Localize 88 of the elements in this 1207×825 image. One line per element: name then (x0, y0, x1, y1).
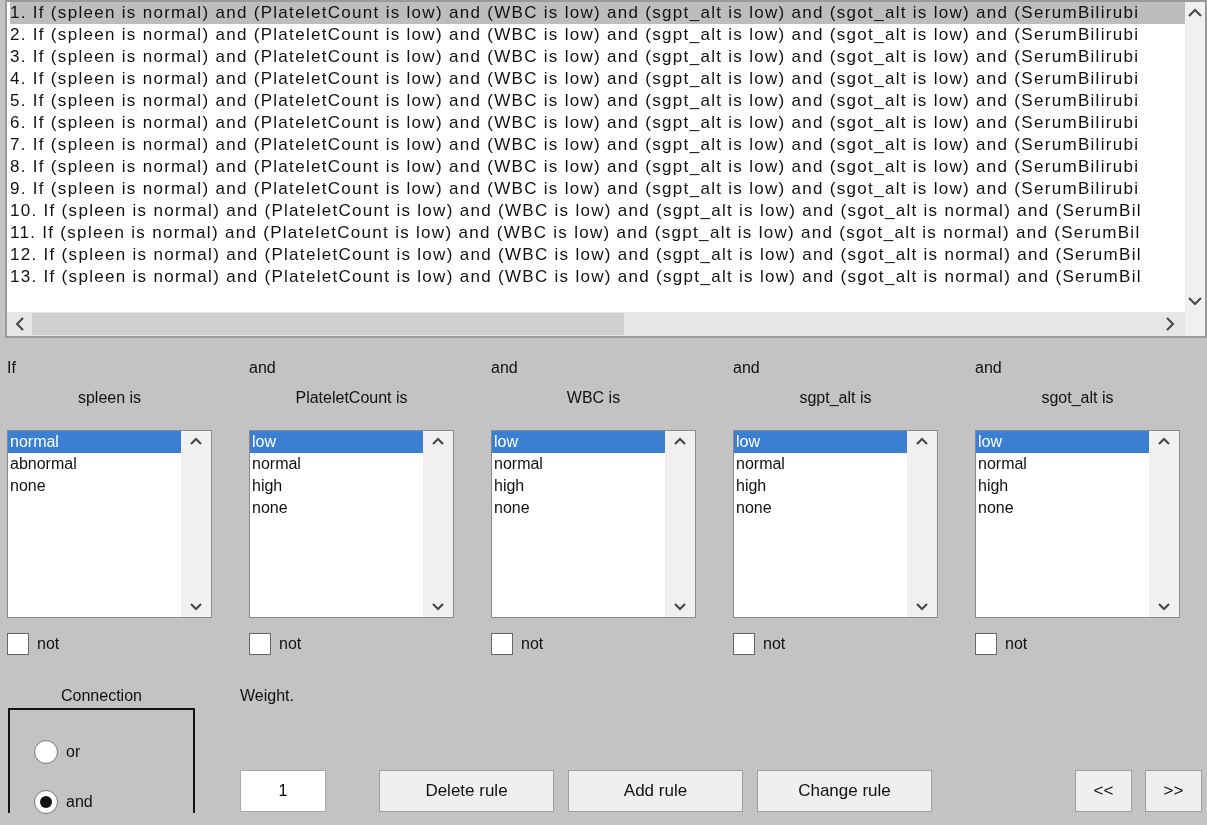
scroll-up-icon[interactable] (674, 437, 686, 445)
rule-row[interactable]: 3. If (spleen is normal) and (PlateletCount is low) and (WBC is low) and (sgpt_alt is low) and (sgot_alt is low) and (SerumBilirubi (10, 46, 1185, 68)
rule-row[interactable]: 11. If (spleen is normal) and (PlateletCount is low) and (WBC is low) and (sgpt_alt is low) and (sgot_alt is normal) and (SerumBil (10, 222, 1185, 244)
radio-button[interactable] (34, 740, 58, 764)
not-checkbox[interactable] (7, 633, 29, 655)
connector-label: and (249, 358, 277, 378)
attribute-heading: WBC is (565, 388, 622, 408)
connector-label: If (7, 358, 17, 378)
value-option[interactable]: abnormal (8, 453, 181, 475)
checkbox-label: not (763, 634, 786, 654)
not-checkbox[interactable] (249, 633, 271, 655)
value-listbox[interactable]: low normal high none (491, 430, 696, 618)
checkbox-label: not (37, 634, 60, 654)
value-listbox[interactable]: low normal high none (733, 430, 938, 618)
radio-label: or (66, 742, 81, 762)
radio-label: and (66, 792, 93, 812)
scroll-left-icon[interactable] (15, 317, 24, 331)
scroll-down-icon[interactable] (432, 603, 444, 611)
value-option[interactable]: normal (250, 453, 423, 475)
scroll-up-icon[interactable] (916, 437, 928, 445)
weight-field[interactable]: 1 (240, 770, 326, 812)
nav-button[interactable]: << (1075, 770, 1132, 812)
checkbox-label: not (1005, 634, 1028, 654)
connector-label: and (733, 358, 761, 378)
weight-label: Weight. (240, 686, 295, 706)
value-option[interactable]: normal (734, 453, 907, 475)
rule-row[interactable]: 13. If (spleen is normal) and (PlateletCount is low) and (WBC is low) and (sgpt_alt is low) and (sgot_alt is normal) and (SerumBil (10, 266, 1185, 288)
value-option[interactable]: low (250, 431, 423, 453)
value-option[interactable]: high (250, 475, 423, 497)
checkbox-label: not (279, 634, 302, 654)
rule-row[interactable]: 4. If (spleen is normal) and (PlateletCount is low) and (WBC is low) and (sgpt_alt is low) and (sgot_alt is low) and (SerumBilirubi (10, 68, 1185, 90)
scroll-up-icon[interactable] (190, 437, 202, 445)
action-button[interactable]: Add rule (568, 770, 743, 812)
scroll-down-icon[interactable] (1158, 603, 1170, 611)
scroll-down-icon[interactable] (1188, 297, 1202, 306)
nav-button[interactable]: >> (1145, 770, 1202, 812)
horizontal-scrollbar[interactable] (7, 312, 1185, 336)
connector-label: and (491, 358, 519, 378)
value-option[interactable]: high (976, 475, 1149, 497)
scroll-down-icon[interactable] (190, 603, 202, 611)
not-checkbox[interactable] (491, 633, 513, 655)
scroll-down-icon[interactable] (674, 603, 686, 611)
value-option[interactable]: none (8, 475, 181, 497)
value-option[interactable]: none (976, 497, 1149, 519)
vertical-scrollbar[interactable] (1185, 2, 1205, 312)
value-option[interactable]: normal (8, 431, 181, 453)
attribute-heading: spleen is (76, 388, 143, 408)
not-checkbox[interactable] (975, 633, 997, 655)
rule-row[interactable]: 8. If (spleen is normal) and (PlateletCount is low) and (WBC is low) and (sgpt_alt is low) and (sgot_alt is low) and (SerumBilirubi (10, 156, 1185, 178)
rule-row[interactable]: 6. If (spleen is normal) and (PlateletCount is low) and (WBC is low) and (sgpt_alt is low) and (sgot_alt is low) and (SerumBilirubi (10, 112, 1185, 134)
rule-row[interactable]: 1. If (spleen is normal) and (PlateletCount is low) and (WBC is low) and (sgpt_alt is low) and (sgot_alt is low) and (SerumBilirubi (10, 2, 1185, 24)
rule-row[interactable]: 10. If (spleen is normal) and (PlateletCount is low) and (WBC is low) and (sgpt_alt is low) and (sgot_alt is normal) and (SerumBil (10, 200, 1185, 222)
rule-row[interactable]: 9. If (spleen is normal) and (PlateletCount is low) and (WBC is low) and (sgpt_alt is low) and (sgot_alt is low) and (SerumBilirubi (10, 178, 1185, 200)
action-button[interactable]: Delete rule (379, 770, 554, 812)
value-option[interactable]: low (976, 431, 1149, 453)
value-listbox[interactable]: low normal high none (975, 430, 1180, 618)
value-option[interactable]: none (492, 497, 665, 519)
action-button[interactable]: Change rule (757, 770, 932, 812)
value-listbox[interactable]: normal abnormal none (7, 430, 212, 618)
value-option[interactable]: none (734, 497, 907, 519)
scroll-right-icon[interactable] (1166, 317, 1175, 331)
value-listbox[interactable]: low normal high none (249, 430, 454, 618)
attribute-heading: PlateletCount is (294, 388, 409, 408)
attribute-heading: sgot_alt is (1040, 388, 1115, 408)
scroll-up-icon[interactable] (1158, 437, 1170, 445)
scroll-up-icon[interactable] (432, 437, 444, 445)
rule-row[interactable]: 2. If (spleen is normal) and (PlateletCount is low) and (WBC is low) and (sgpt_alt is low) and (sgot_alt is low) and (SerumBilirubi (10, 24, 1185, 46)
rule-row[interactable]: 12. If (spleen is normal) and (PlateletCount is low) and (WBC is low) and (sgpt_alt is low) and (sgot_alt is normal) and (SerumBil (10, 244, 1185, 266)
rule-row[interactable]: 7. If (spleen is normal) and (PlateletCount is low) and (WBC is low) and (sgpt_alt is low) and (sgot_alt is low) and (SerumBilirubi (10, 134, 1185, 156)
value-option[interactable]: high (734, 475, 907, 497)
value-option[interactable]: low (492, 431, 665, 453)
attribute-heading: sgpt_alt is (798, 388, 873, 408)
scrollbar-thumb[interactable] (32, 313, 624, 335)
rule-row[interactable]: 5. If (spleen is normal) and (PlateletCount is low) and (WBC is low) and (sgpt_alt is low) and (sgot_alt is low) and (SerumBilirubi (10, 90, 1185, 112)
scroll-up-icon[interactable] (1188, 8, 1202, 17)
radio-button[interactable] (34, 790, 58, 814)
scroll-down-icon[interactable] (916, 603, 928, 611)
connector-label: and (975, 358, 1003, 378)
scrollbar-corner (1185, 312, 1205, 336)
value-option[interactable]: none (250, 497, 423, 519)
value-option[interactable]: normal (492, 453, 665, 475)
value-option[interactable]: high (492, 475, 665, 497)
group-title: Connection (60, 686, 143, 706)
checkbox-label: not (521, 634, 544, 654)
value-option[interactable]: low (734, 431, 907, 453)
value-option[interactable]: normal (976, 453, 1149, 475)
rule-list[interactable] (5, 0, 1207, 338)
not-checkbox[interactable] (733, 633, 755, 655)
